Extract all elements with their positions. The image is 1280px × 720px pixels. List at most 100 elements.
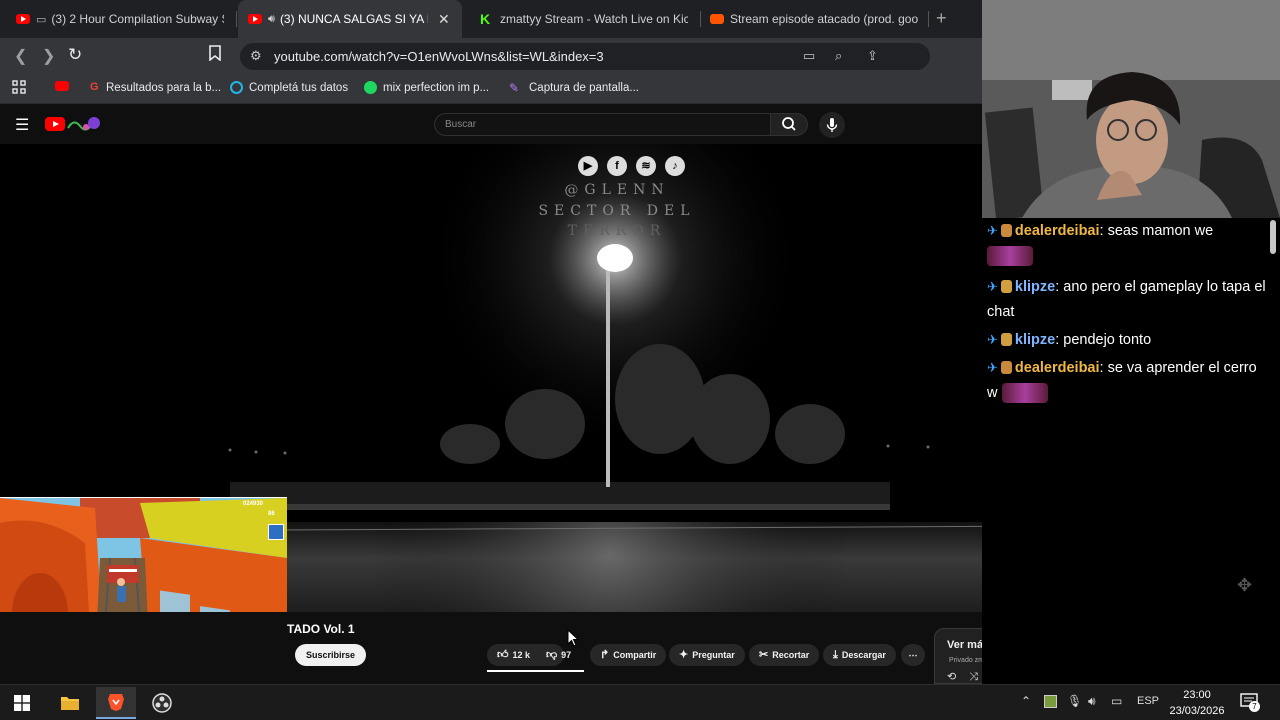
share-button[interactable]: ↱ Compartir: [590, 644, 667, 666]
chat-message: ✈ klipze: pendejo tonto: [987, 332, 1152, 348]
bookmark-resultados[interactable]: G Resultados para la b...: [90, 81, 221, 94]
subscriber-badge-icon: [1000, 361, 1012, 374]
chat-username[interactable]: klipze: [1015, 332, 1055, 348]
kick-favicon-icon: K: [480, 11, 491, 27]
shuffle-icon[interactable]: ⤨: [969, 671, 978, 683]
start-button[interactable]: [2, 687, 42, 719]
search-input[interactable]: Buscar: [434, 113, 771, 136]
chat-username[interactable]: dealerdeibai: [1015, 223, 1100, 239]
tab-nunca-salgas[interactable]: 🔊︎ (3) NUNCA SALGAS SI YA EST ✕: [238, 0, 462, 38]
volume-icon[interactable]: 🔊︎: [1088, 694, 1096, 709]
chat-text: seas mamon we: [1107, 223, 1214, 239]
download-button[interactable]: ⤓ Descargar: [823, 644, 896, 666]
ask-label: Preguntar: [692, 650, 735, 660]
emote-icon: [1001, 383, 1048, 404]
youtube-icon: ▶: [578, 156, 598, 176]
network-icon[interactable]: ▭: [1111, 694, 1122, 708]
tray-chevron-icon[interactable]: ⌃: [1021, 694, 1031, 708]
new-tab-button[interactable]: +: [936, 8, 947, 29]
youtube-logo-icon[interactable]: [45, 117, 65, 131]
pin-icon: ✈: [987, 279, 998, 294]
bookmark-spotify-mix[interactable]: mix perfection im p...: [364, 81, 489, 94]
share-icon[interactable]: ⇪: [867, 48, 878, 64]
url-text[interactable]: youtube.com/watch?v=O1enWvoLWns&list=WL&…: [274, 49, 604, 64]
loop-icon[interactable]: ⟲: [947, 671, 956, 683]
thumbs-down-icon: 👎︎: [546, 649, 558, 661]
tab-kick-stream[interactable]: K zmattyy Stream - Watch Live on Kick: [470, 0, 698, 38]
overlay-sector: SECTOR DEL: [538, 203, 696, 219]
bookmark-completa-datos[interactable]: Completá tus datos: [230, 81, 348, 94]
more-actions-button[interactable]: ⋯: [901, 644, 925, 666]
chat-username[interactable]: dealerdeibai: [1015, 360, 1100, 376]
voice-search-button[interactable]: [819, 112, 845, 138]
pin-icon: ✈: [987, 223, 998, 238]
hamburger-menu-icon[interactable]: ☰: [15, 115, 29, 135]
cast-icon[interactable]: ▭: [803, 48, 815, 64]
overlay-handle: @GLENN: [564, 182, 670, 198]
windows-taskbar: ⌃ 🎙︎ 🔊︎ ▭ ESP 23:00 23/03/2026 7: [0, 684, 1280, 720]
sparkle-icon: ✦: [679, 649, 689, 661]
tab-soundcloud[interactable]: Stream episode atacado (prod. good: [700, 0, 928, 38]
zoom-icon[interactable]: ⌕: [835, 48, 842, 64]
share-icon: ↱: [600, 649, 610, 661]
video-info-bar: TADO Vol. 1 Suscribirse 👍︎ 12 k 👎︎ 97 ↱ Com…: [0, 612, 982, 684]
notifications-button[interactable]: 7: [1240, 693, 1260, 712]
bookmark-label: Completá tus datos: [249, 81, 349, 94]
search-button[interactable]: [770, 113, 808, 136]
site-settings-icon[interactable]: ⚙︎: [250, 48, 262, 64]
webcam-feed: [982, 0, 1280, 218]
clip-button[interactable]: ✂ Recortar: [749, 644, 820, 666]
address-bar[interactable]: ⚙︎ youtube.com/watch?v=O1enWvoLWns&list=…: [240, 43, 1164, 70]
youtube-favicon-icon: [16, 14, 30, 24]
chat-scrollbar[interactable]: [1268, 218, 1278, 684]
tab-title: Stream episode atacado (prod. good: [730, 12, 918, 26]
file-explorer-button[interactable]: [50, 687, 90, 719]
chat-message: ✈ dealerdeibai: se va aprender el cerro w: [987, 355, 1271, 406]
forward-arrow-icon[interactable]: ❯: [42, 46, 55, 66]
brave-lion-icon: [108, 694, 124, 711]
obs-studio-button[interactable]: [142, 687, 182, 719]
bookmark-youtube[interactable]: [55, 81, 75, 91]
subscriber-badge-icon: [1000, 333, 1012, 346]
bookmark-label: Resultados para la b...: [106, 81, 222, 94]
dislike-button[interactable]: 👎︎ 97: [540, 644, 577, 666]
tab-subway-compilation[interactable]: ▭ (3) 2 Hour Compilation Subway S: [6, 0, 234, 38]
spotify-icon: ≋: [636, 156, 656, 176]
bookmarks-bar: G Resultados para la b... Completá tus d…: [0, 74, 982, 104]
scrollbar-thumb[interactable]: [1270, 220, 1276, 254]
ask-button[interactable]: ✦ Preguntar: [669, 644, 745, 666]
folder-icon: [61, 697, 79, 710]
share-label: Compartir: [613, 650, 657, 660]
chat-message: ✈ klipze: ano pero el gameplay lo tapa el…: [987, 279, 1266, 320]
system-clock[interactable]: 23:00 23/03/2026: [1165, 687, 1229, 719]
obs-icon: [152, 693, 172, 713]
tray-app-icon[interactable]: [1044, 695, 1057, 708]
microphone-icon[interactable]: 🎙︎: [1067, 694, 1082, 708]
reload-icon[interactable]: ↻: [68, 45, 82, 65]
audio-playing-icon: 🔊︎: [268, 12, 275, 25]
download-label: Descargar: [841, 650, 886, 660]
tiktok-icon: ♪: [665, 156, 685, 176]
playlist-controls: ⟲ ⤨: [947, 670, 978, 684]
chat-username[interactable]: klipze: [1015, 279, 1055, 295]
soundcloud-favicon-icon: [710, 14, 724, 24]
tab-title: zmattyy Stream - Watch Live on Kick: [500, 12, 688, 26]
apps-grid-icon[interactable]: [12, 80, 26, 94]
pin-icon: ✈: [987, 332, 998, 347]
powerup-icon: [268, 524, 284, 540]
bookmark-icon[interactable]: [208, 45, 222, 66]
language-indicator[interactable]: ESP: [1137, 695, 1159, 707]
facebook-icon: f: [607, 156, 627, 176]
social-icons-overlay: ▶ f ≋ ♪: [578, 156, 685, 176]
subscribe-button[interactable]: Suscribirse: [295, 644, 367, 666]
close-tab-icon[interactable]: ✕: [438, 11, 450, 28]
youtube-doodle-icon[interactable]: [66, 116, 102, 132]
clock-time: 23:00: [1183, 689, 1211, 701]
subscriber-badge-icon: [1000, 224, 1012, 237]
search-icon: [782, 117, 796, 131]
bookmark-label: mix perfection im p...: [383, 81, 490, 94]
back-arrow-icon[interactable]: ❮: [14, 46, 27, 66]
chat-message: ✈ dealerdeibai: seas mamon we: [987, 218, 1271, 269]
brave-browser-button[interactable]: [96, 687, 136, 719]
bookmark-captura[interactable]: ✎ Captura de pantalla...: [509, 81, 639, 95]
